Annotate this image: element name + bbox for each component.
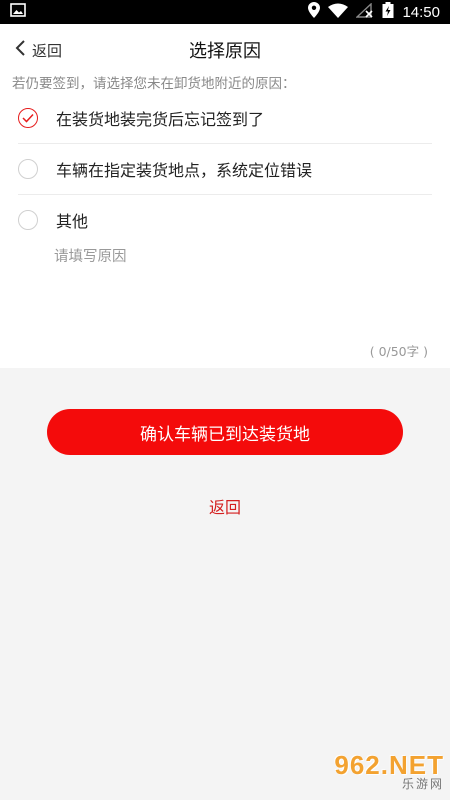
radio-unchecked-icon[interactable]: [18, 159, 38, 179]
reason-textarea-container: ( 0/50字 ): [0, 245, 450, 368]
reason-option-forgot[interactable]: 在装货地装完货后忘记签到了: [18, 93, 432, 144]
status-time: 14:50: [402, 3, 440, 21]
reason-option-label: 其他: [56, 212, 89, 231]
location-icon: [308, 2, 321, 22]
reason-option-location-error[interactable]: 车辆在指定装货地点，系统定位错误: [18, 144, 432, 195]
reason-option-label: 车辆在指定装货地点，系统定位错误: [56, 161, 313, 180]
chevron-left-icon: [14, 39, 26, 61]
watermark-logo: 962.NET 乐游网: [310, 750, 444, 794]
watermark-bottom: 乐游网: [401, 777, 444, 791]
no-signal-icon: [355, 1, 374, 22]
reason-prompt: 若仍要签到，请选择您未在卸货地附近的原因：: [0, 76, 450, 93]
nav-back-label: 返回: [32, 41, 63, 60]
reason-textarea[interactable]: [54, 245, 432, 315]
image-icon: [10, 3, 26, 21]
nav-back-button[interactable]: 返回: [14, 24, 62, 76]
wifi-icon: [328, 3, 349, 22]
status-bar: 14:50: [0, 0, 450, 24]
confirm-arrival-button[interactable]: 确认车辆已到达装货地: [47, 409, 403, 455]
page-title: 选择原因: [189, 41, 261, 62]
watermark-top: 962.NET: [334, 750, 444, 780]
radio-checked-icon[interactable]: [18, 108, 38, 128]
char-counter: ( 0/50字 ): [369, 344, 428, 359]
radio-unchecked-icon[interactable]: [18, 210, 38, 230]
reason-option-other[interactable]: 其他: [18, 195, 432, 245]
battery-charging-icon: [382, 2, 394, 22]
nav-bar: 返回 选择原因: [0, 24, 450, 76]
bottom-back-link[interactable]: 返回: [0, 494, 450, 518]
reason-options: 在装货地装完货后忘记签到了 车辆在指定装货地点，系统定位错误 其他: [0, 93, 450, 245]
reason-option-label: 在装货地装完货后忘记签到了: [56, 110, 265, 129]
